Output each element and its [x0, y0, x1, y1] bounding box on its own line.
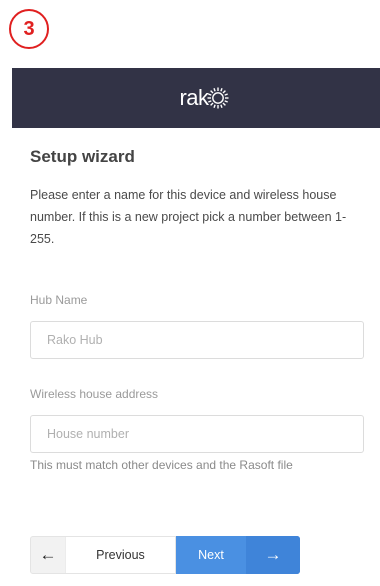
app-header: rak: [12, 68, 380, 128]
wizard-navigation: ← Previous Next →: [30, 536, 300, 574]
next-button[interactable]: Next →: [176, 536, 300, 574]
previous-button-label: Previous: [65, 537, 175, 573]
house-address-label: Wireless house address: [30, 387, 159, 401]
hub-name-label: Hub Name: [30, 293, 88, 307]
arrow-left-icon: ←: [39, 545, 57, 564]
next-button-label: Next: [198, 548, 224, 562]
logo-text: rak: [179, 85, 209, 110]
house-number-input[interactable]: [30, 415, 364, 453]
previous-button[interactable]: ← Previous: [30, 536, 176, 574]
house-address-help-text: This must match other devices and the Ra…: [30, 458, 293, 472]
arrow-right-icon: →: [246, 536, 300, 574]
rako-logo: rak: [179, 85, 229, 111]
hub-name-input[interactable]: [30, 321, 364, 359]
wizard-description: Please enter a name for this device and …: [30, 188, 347, 246]
step-number-badge: 3: [9, 9, 49, 49]
page-title: Setup wizard: [30, 147, 135, 166]
starburst-o-icon: [207, 87, 229, 109]
